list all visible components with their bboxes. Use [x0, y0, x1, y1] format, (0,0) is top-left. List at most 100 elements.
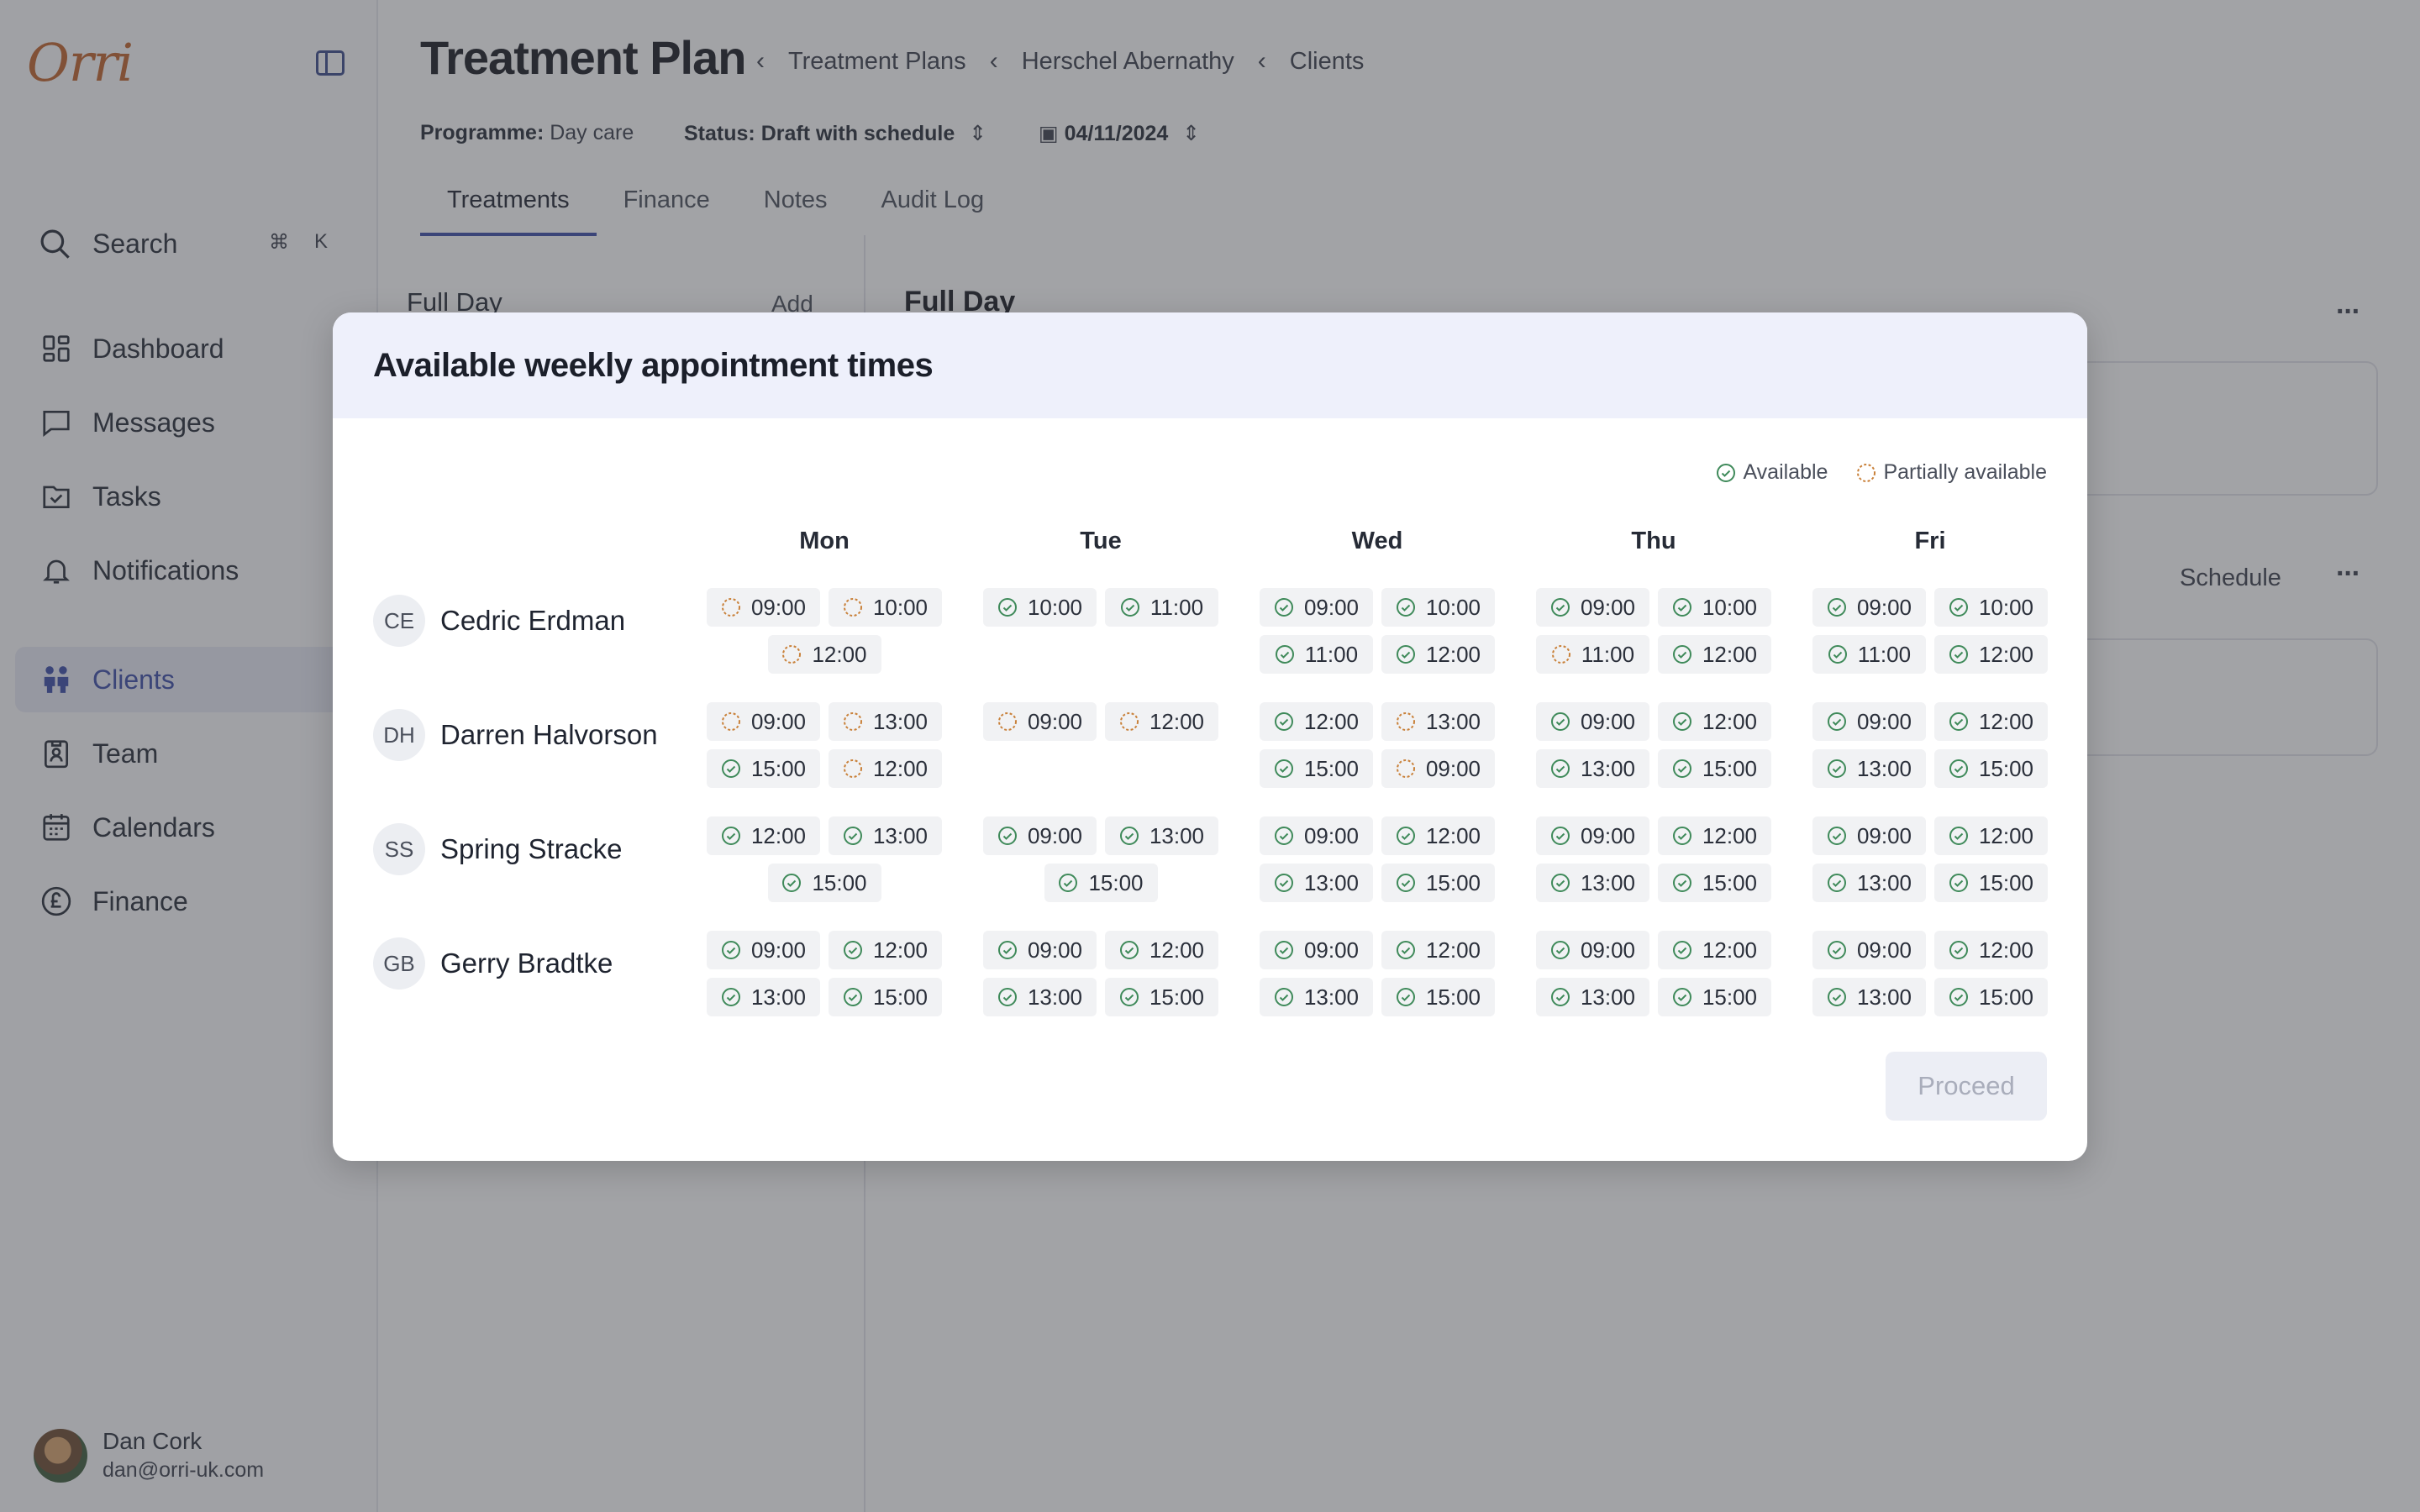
check-circle-icon	[1550, 941, 1570, 959]
slot-available[interactable]: 11:00	[1260, 635, 1373, 674]
slot-partial[interactable]: 09:00	[707, 588, 820, 627]
slot-available[interactable]: 13:00	[1260, 978, 1373, 1016]
slot-available[interactable]: 12:00	[1934, 635, 2048, 674]
slot-available[interactable]: 09:00	[1260, 931, 1373, 969]
slot-time: 09:00	[1856, 594, 1912, 620]
slot-partial[interactable]: 13:00	[1381, 702, 1495, 741]
slot-available[interactable]: 10:00	[1381, 588, 1495, 627]
slot-available[interactable]: 15:00	[1934, 749, 2048, 788]
slot-available[interactable]: 13:00	[1260, 864, 1373, 902]
slot-available[interactable]: 13:00	[707, 978, 820, 1016]
slot-available[interactable]: 09:00	[983, 816, 1097, 855]
slot-available[interactable]: 11:00	[1105, 588, 1218, 627]
slot-available[interactable]: 12:00	[1105, 931, 1218, 969]
day-slots-tue: 10:00 11:00	[979, 588, 1223, 627]
slot-available[interactable]: 09:00	[1536, 702, 1649, 741]
slot-available[interactable]: 13:00	[1536, 978, 1649, 1016]
slot-available[interactable]: 15:00	[1934, 978, 2048, 1016]
slot-available[interactable]: 13:00	[1105, 816, 1218, 855]
slot-available[interactable]: 12:00	[1381, 816, 1495, 855]
slot-available[interactable]: 15:00	[1658, 864, 1771, 902]
slot-available[interactable]: 15:00	[1658, 749, 1771, 788]
check-circle-icon	[721, 988, 740, 1006]
slot-time: 15:00	[872, 984, 929, 1010]
slot-available[interactable]: 15:00	[1381, 978, 1495, 1016]
slot-partial[interactable]: 09:00	[983, 702, 1097, 741]
slot-time: 12:00	[1425, 822, 1481, 848]
slot-partial[interactable]: 12:00	[829, 749, 942, 788]
check-circle-icon	[1274, 941, 1293, 959]
day-slots-mon: 09:00 10:00 12:00	[702, 588, 946, 674]
slot-available[interactable]: 12:00	[707, 816, 820, 855]
slot-available[interactable]: 12:00	[1658, 635, 1771, 674]
slot-available[interactable]: 13:00	[829, 816, 942, 855]
check-circle-icon	[1396, 598, 1415, 617]
slot-available[interactable]: 12:00	[1658, 931, 1771, 969]
slot-available[interactable]: 15:00	[1658, 978, 1771, 1016]
slot-available[interactable]: 09:00	[1812, 588, 1926, 627]
slot-available[interactable]: 12:00	[1658, 702, 1771, 741]
avatar: CE	[373, 595, 425, 647]
check-circle-icon	[997, 827, 1017, 845]
slot-available[interactable]: 09:00	[1260, 816, 1373, 855]
client-name: Cedric Erdman	[440, 605, 626, 636]
check-circle-icon	[1550, 827, 1570, 845]
slot-partial[interactable]: 09:00	[1381, 749, 1495, 788]
slot-partial[interactable]: 11:00	[1536, 635, 1649, 674]
slot-available[interactable]: 12:00	[1658, 816, 1771, 855]
slot-available[interactable]: 13:00	[1536, 749, 1649, 788]
slot-partial[interactable]: 12:00	[767, 635, 881, 674]
check-circle-icon	[1827, 759, 1846, 778]
proceed-button[interactable]: Proceed	[1886, 1052, 2047, 1121]
slot-available[interactable]: 13:00	[1812, 864, 1926, 902]
check-circle-icon	[1396, 827, 1415, 845]
dashed-circle-icon	[721, 712, 740, 731]
check-circle-icon	[1949, 827, 1968, 845]
slot-available[interactable]: 13:00	[1812, 749, 1926, 788]
slot-available[interactable]: 15:00	[1260, 749, 1373, 788]
slot-available[interactable]: 10:00	[1934, 588, 2048, 627]
check-circle-icon	[1274, 827, 1293, 845]
slot-partial[interactable]: 12:00	[1105, 702, 1218, 741]
slot-available[interactable]: 12:00	[1381, 635, 1495, 674]
slot-available[interactable]: 09:00	[707, 931, 820, 969]
slot-available[interactable]: 11:00	[1812, 635, 1926, 674]
slot-time: 09:00	[1303, 594, 1360, 620]
slot-available[interactable]: 09:00	[983, 931, 1097, 969]
slot-time: 09:00	[1425, 755, 1481, 781]
slot-available[interactable]: 09:00	[1260, 588, 1373, 627]
slot-available[interactable]: 12:00	[1934, 931, 2048, 969]
slot-available[interactable]: 09:00	[1536, 816, 1649, 855]
slot-available[interactable]: 13:00	[1536, 864, 1649, 902]
day-slots-thu: 09:00 12:00 13:00 15:00	[1532, 931, 1776, 1016]
check-circle-icon	[1119, 988, 1139, 1006]
slot-available[interactable]: 13:00	[1812, 978, 1926, 1016]
slot-available[interactable]: 15:00	[1381, 864, 1495, 902]
slot-available[interactable]: 12:00	[1260, 702, 1373, 741]
slot-available[interactable]: 12:00	[1934, 702, 2048, 741]
slot-available[interactable]: 10:00	[983, 588, 1097, 627]
slot-partial[interactable]: 13:00	[829, 702, 942, 741]
check-circle-icon	[721, 941, 740, 959]
slot-available[interactable]: 09:00	[1536, 931, 1649, 969]
slot-available[interactable]: 10:00	[1658, 588, 1771, 627]
slot-available[interactable]: 15:00	[1934, 864, 2048, 902]
slot-available[interactable]: 15:00	[1105, 978, 1218, 1016]
legend: Available Partially available	[1687, 460, 2047, 485]
slot-available[interactable]: 15:00	[829, 978, 942, 1016]
slot-available[interactable]: 09:00	[1536, 588, 1649, 627]
slot-time: 12:00	[1149, 937, 1205, 963]
slot-partial[interactable]: 09:00	[707, 702, 820, 741]
slot-available[interactable]: 09:00	[1812, 816, 1926, 855]
slot-available[interactable]: 15:00	[1044, 864, 1158, 902]
legend-partial-label: Partially available	[1883, 460, 2047, 484]
slot-available[interactable]: 12:00	[1381, 931, 1495, 969]
slot-available[interactable]: 09:00	[1812, 931, 1926, 969]
slot-available[interactable]: 13:00	[983, 978, 1097, 1016]
slot-available[interactable]: 15:00	[767, 864, 881, 902]
slot-available[interactable]: 15:00	[707, 749, 820, 788]
slot-available[interactable]: 09:00	[1812, 702, 1926, 741]
slot-available[interactable]: 12:00	[1934, 816, 2048, 855]
slot-partial[interactable]: 10:00	[829, 588, 942, 627]
slot-available[interactable]: 12:00	[829, 931, 942, 969]
